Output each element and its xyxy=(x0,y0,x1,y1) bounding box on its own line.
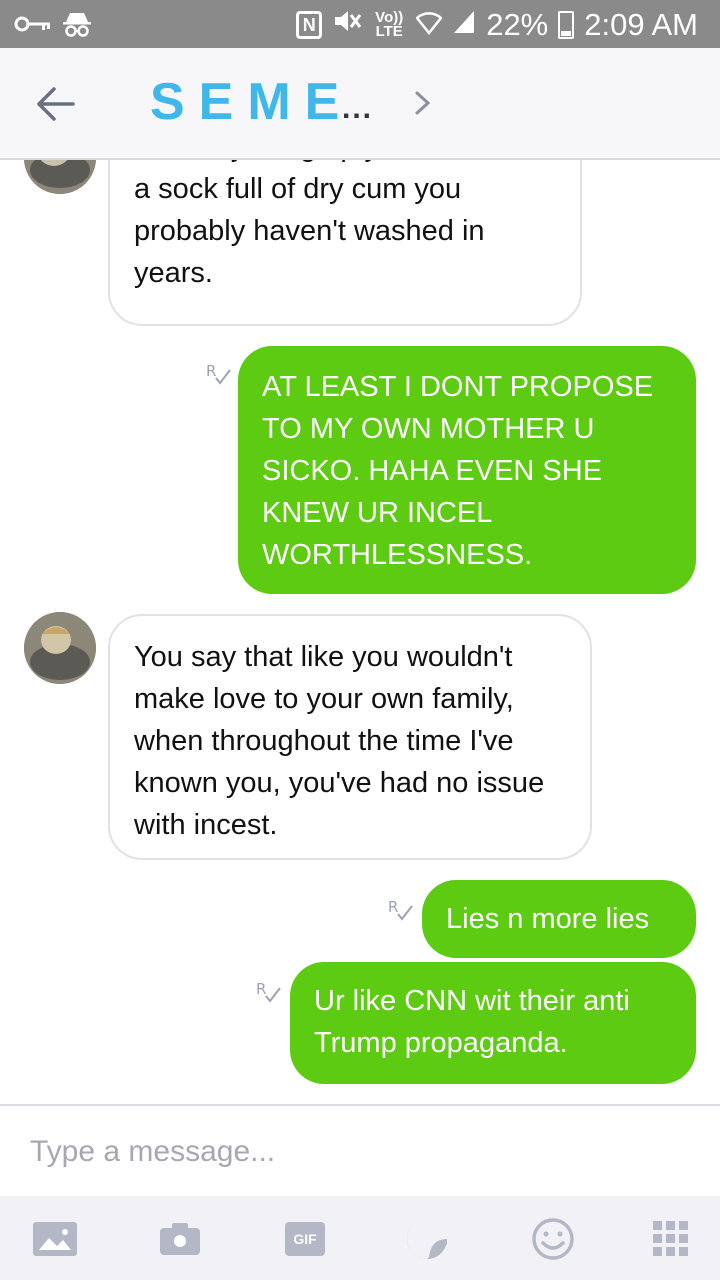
emoji-button[interactable] xyxy=(528,1214,578,1264)
volte-icon: Vo)) LTE xyxy=(375,9,404,40)
status-right-icons: N Vo)) LTE 22% 2:09 AM xyxy=(296,6,698,44)
key-icon xyxy=(14,14,52,39)
camera-button[interactable] xyxy=(155,1214,205,1264)
svg-text:R: R xyxy=(256,980,266,998)
message-input[interactable] xyxy=(30,1130,690,1174)
attachment-toolbar: GIF xyxy=(0,1196,720,1280)
read-receipt-icon: R xyxy=(256,978,282,1009)
status-bar: N Vo)) LTE 22% 2:09 AM xyxy=(0,0,720,48)
incognito-icon xyxy=(62,10,92,43)
image-icon xyxy=(33,1222,77,1256)
signal-icon xyxy=(452,7,476,43)
mute-icon xyxy=(332,6,362,44)
composer xyxy=(0,1104,720,1196)
message-bubble-outgoing[interactable]: Lies n more lies xyxy=(422,880,696,958)
gif-button[interactable]: GIF xyxy=(280,1214,330,1264)
status-left-icons xyxy=(14,10,92,43)
contact-name-ellipsis: ... xyxy=(342,92,374,125)
contact-name[interactable]: SEME xyxy=(150,72,353,132)
gallery-button[interactable] xyxy=(30,1214,80,1264)
grid-menu-icon xyxy=(653,1221,688,1256)
sticker-button[interactable] xyxy=(402,1214,452,1264)
read-receipt-icon: R xyxy=(388,896,414,927)
conversation-header: SEME ... xyxy=(0,48,720,160)
avatar[interactable] xyxy=(24,612,96,684)
nfc-icon: N xyxy=(296,11,323,39)
chevron-right-icon xyxy=(415,91,431,115)
message-bubble-incoming[interactable]: You say that like you wouldn't make love… xyxy=(108,614,592,860)
contact-details-button[interactable] xyxy=(412,88,434,118)
battery-percent: 22% xyxy=(486,7,549,42)
message-bubble-incoming[interactable]: The only thing up your sleeve is a sock … xyxy=(108,160,582,326)
message-bubble-outgoing[interactable]: Ur like CNN wit their anti Trump propaga… xyxy=(290,962,696,1084)
emoji-icon xyxy=(532,1218,574,1260)
sticker-icon xyxy=(407,1219,448,1259)
svg-text:R: R xyxy=(388,898,398,916)
back-button[interactable] xyxy=(36,86,76,122)
svg-text:R: R xyxy=(206,362,216,380)
camera-icon xyxy=(160,1223,200,1255)
gif-icon: GIF xyxy=(285,1222,325,1256)
wifi-icon xyxy=(415,7,443,43)
avatar[interactable] xyxy=(24,160,96,194)
back-arrow-icon xyxy=(37,87,75,121)
battery-icon xyxy=(558,11,575,39)
message-bubble-outgoing[interactable]: AT LEAST I DONT PROPOSE TO MY OWN MOTHER… xyxy=(238,346,696,594)
message-list[interactable]: The only thing up your sleeve is a sock … xyxy=(0,160,720,1104)
read-receipt-icon: R xyxy=(206,360,232,391)
more-options-button[interactable] xyxy=(646,1214,696,1264)
clock: 2:09 AM xyxy=(584,7,698,42)
